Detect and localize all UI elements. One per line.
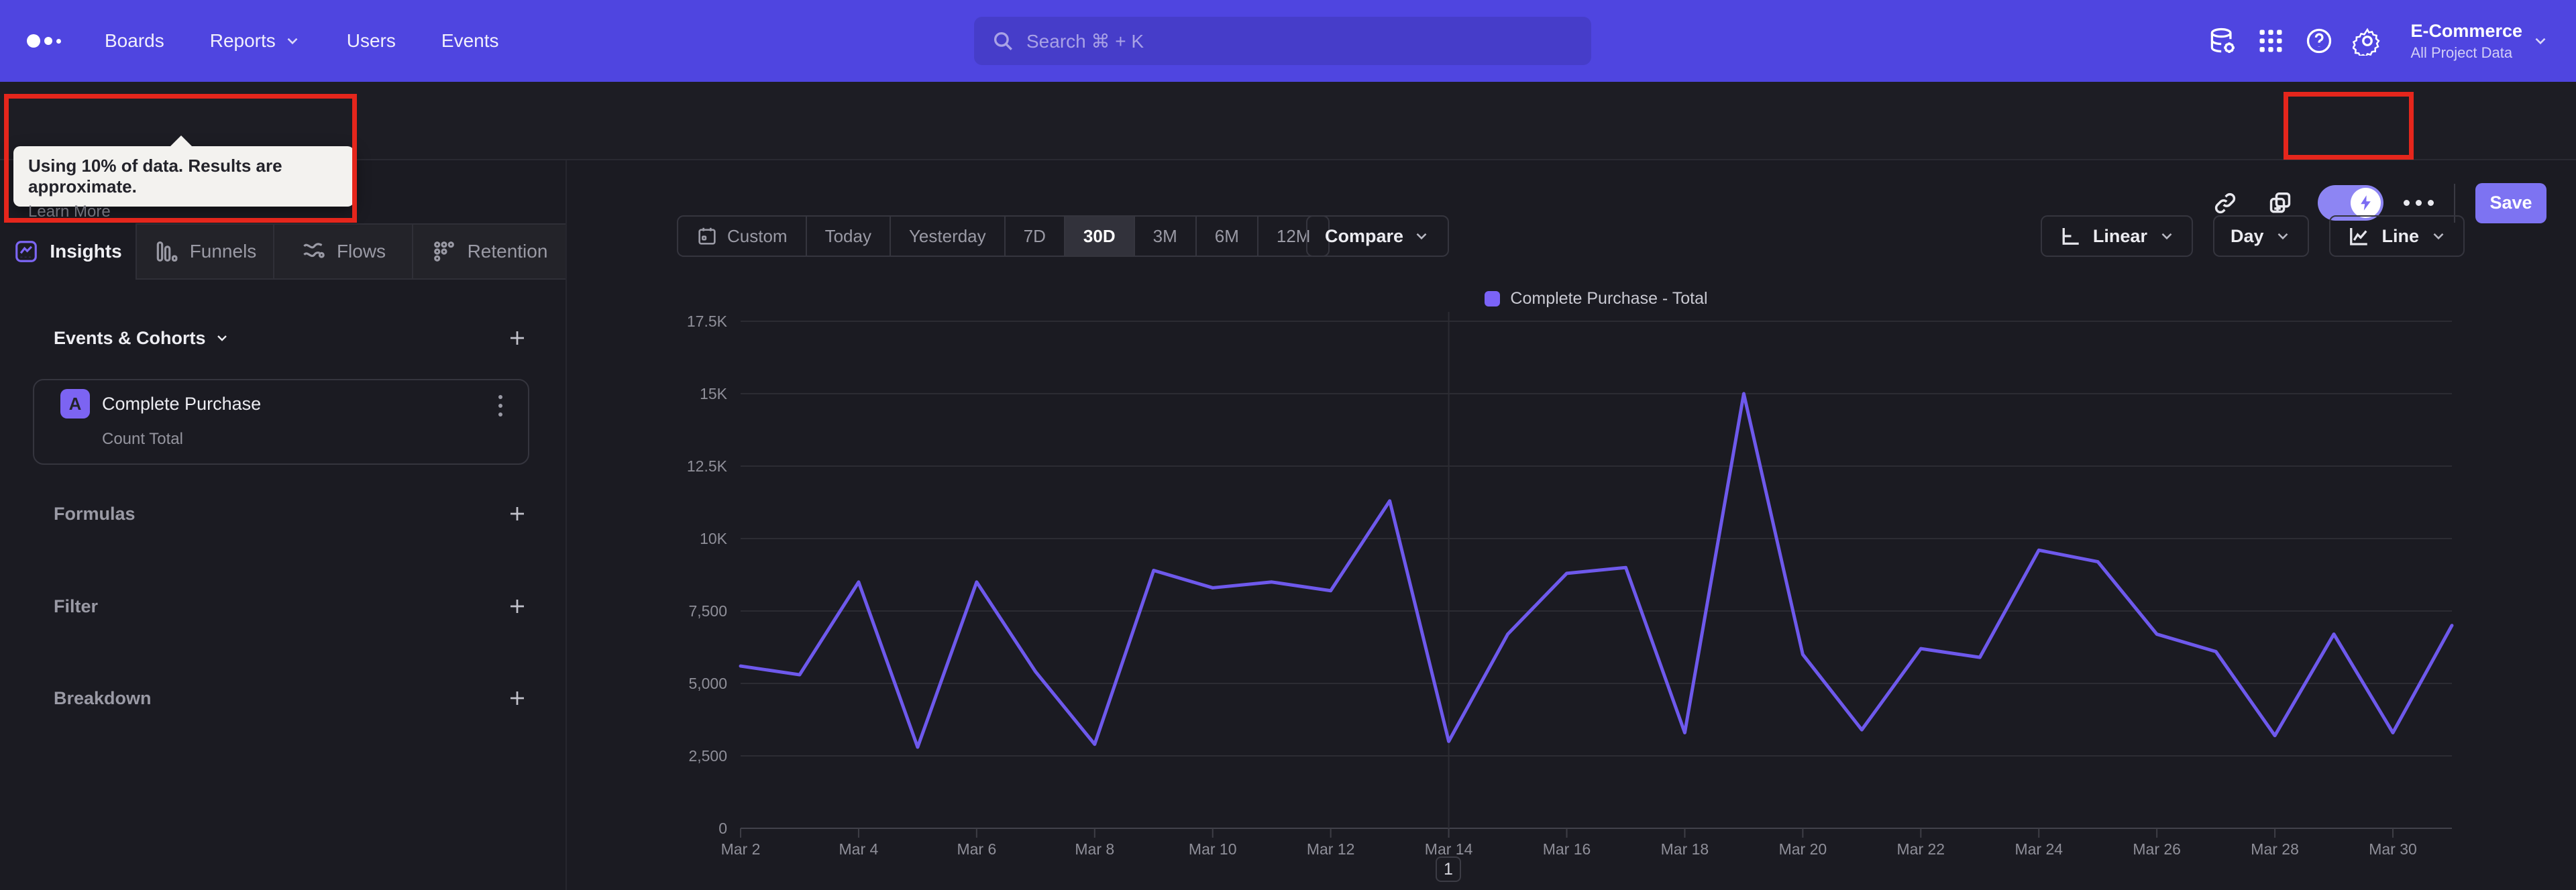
learn-more-link[interactable]: Learn More <box>28 203 111 221</box>
y-axis-label: 0 <box>718 820 727 837</box>
x-axis-label: Mar 16 <box>1542 840 1591 858</box>
tooltip-message: Using 10% of data. Results are approxima… <box>28 156 282 197</box>
x-axis-label: Mar 2 <box>720 840 761 858</box>
y-axis-label: 10K <box>700 530 727 547</box>
sampling-tooltip: Using 10% of data. Results are approxima… <box>13 135 354 221</box>
x-axis-label: Mar 28 <box>2251 840 2299 858</box>
y-axis-label: 2,500 <box>688 747 727 765</box>
x-axis-label: Mar 8 <box>1075 840 1115 858</box>
y-axis-label: 5,000 <box>688 675 727 692</box>
y-axis-label: 17.5K <box>686 313 727 330</box>
x-axis-label: Mar 10 <box>1188 840 1237 858</box>
y-axis-label: 7,500 <box>688 602 727 620</box>
x-axis-label: Mar 18 <box>1660 840 1709 858</box>
x-axis-label: Mar 30 <box>2369 840 2417 858</box>
tooltip-arrow <box>169 135 193 148</box>
line-chart[interactable] <box>0 0 2576 890</box>
x-axis-label: Mar 6 <box>957 840 997 858</box>
x-axis-label: Mar 12 <box>1306 840 1355 858</box>
x-axis-label: Mar 24 <box>2015 840 2063 858</box>
y-axis-label: 15K <box>700 385 727 402</box>
app-root: Boards Reports Users Events Search ⌘ + K <box>0 0 2576 890</box>
x-axis-label: Mar 20 <box>1778 840 1827 858</box>
y-axis-label: 12.5K <box>686 457 727 475</box>
pagination-page-1[interactable]: 1 <box>1436 856 1461 882</box>
x-axis-label: Mar 14 <box>1424 840 1473 858</box>
x-axis-label: Mar 4 <box>839 840 879 858</box>
x-axis-label: Mar 26 <box>2133 840 2181 858</box>
x-axis-label: Mar 22 <box>1896 840 1945 858</box>
